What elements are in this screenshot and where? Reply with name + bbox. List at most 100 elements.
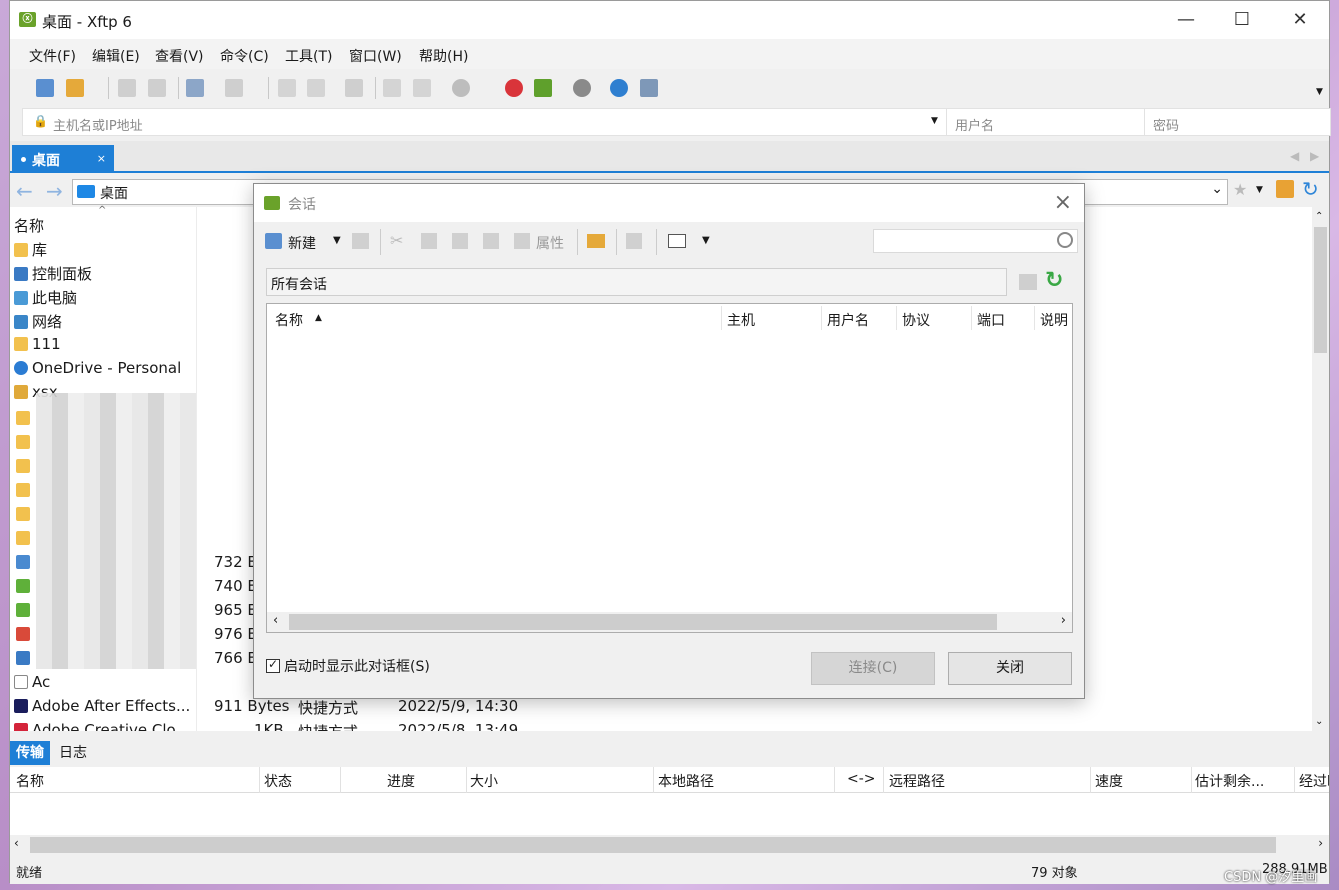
host-dropdown-icon[interactable]: ▼ bbox=[931, 116, 938, 126]
encoding-icon[interactable] bbox=[452, 79, 470, 97]
view-mode-icon[interactable] bbox=[668, 234, 686, 248]
forward-icon[interactable]: → bbox=[46, 179, 63, 203]
refresh-icon[interactable]: ↻ bbox=[1045, 268, 1063, 293]
gear-icon[interactable] bbox=[573, 79, 591, 97]
column-progress[interactable]: 进度 bbox=[387, 771, 415, 791]
list-item[interactable]: 库 bbox=[14, 239, 47, 260]
properties-icon bbox=[514, 233, 530, 249]
column-direction[interactable]: <-> bbox=[847, 771, 876, 787]
disconnect-icon[interactable] bbox=[148, 79, 166, 97]
column-remote-path[interactable]: 远程路径 bbox=[889, 771, 945, 791]
maximize-button[interactable]: ☐ bbox=[1213, 1, 1271, 39]
table-row[interactable]: Adobe Creative Clo... bbox=[14, 721, 190, 731]
menu-view[interactable]: 查看(V) bbox=[155, 46, 204, 66]
column-eta[interactable]: 估计剩余... bbox=[1195, 771, 1264, 791]
tab-desktop[interactable]: 桌面 × bbox=[12, 145, 114, 173]
connect-button[interactable]: 连接(C) bbox=[811, 652, 935, 685]
column-host[interactable]: 主机 bbox=[727, 310, 755, 330]
path-dropdown-icon[interactable]: ⌄ bbox=[1211, 181, 1223, 197]
list-item[interactable]: Ac bbox=[14, 673, 50, 691]
new-folder-icon[interactable] bbox=[587, 234, 605, 248]
download-icon[interactable] bbox=[307, 79, 325, 97]
column-protocol[interactable]: 协议 bbox=[902, 310, 930, 330]
column-status[interactable]: 状态 bbox=[264, 771, 292, 791]
toolbar-overflow-icon[interactable]: ▼ bbox=[1316, 87, 1323, 97]
table-row[interactable]: Adobe After Effects... bbox=[14, 697, 190, 715]
menu-window[interactable]: 窗口(W) bbox=[349, 46, 402, 66]
session-search-input[interactable] bbox=[873, 229, 1078, 253]
checkbox-box[interactable] bbox=[266, 657, 280, 673]
show-on-startup-checkbox[interactable]: 启动时显示此对话框(S) bbox=[266, 656, 430, 676]
tab-prev-icon[interactable]: ◀ bbox=[1290, 149, 1299, 163]
list-item[interactable]: OneDrive - Personal bbox=[14, 359, 181, 377]
refresh-icon[interactable]: ↻ bbox=[1302, 177, 1319, 201]
open-folder-icon[interactable] bbox=[66, 79, 84, 97]
menu-edit[interactable]: 编辑(E) bbox=[92, 46, 140, 66]
back-icon[interactable]: ← bbox=[16, 179, 33, 203]
delete-icon[interactable] bbox=[483, 233, 499, 249]
menu-help[interactable]: 帮助(H) bbox=[419, 46, 468, 66]
menu-file[interactable]: 文件(F) bbox=[29, 46, 76, 66]
column-name-header[interactable]: 名称 bbox=[14, 215, 44, 236]
xftp-new-icon[interactable] bbox=[534, 79, 552, 97]
paste-icon[interactable] bbox=[452, 233, 468, 249]
menu-tools[interactable]: 工具(T) bbox=[285, 46, 332, 66]
redacted-area bbox=[36, 393, 196, 669]
column-username[interactable]: 用户名 bbox=[827, 310, 869, 330]
home-icon[interactable] bbox=[1276, 180, 1294, 198]
transfer-scrollbar[interactable]: ‹ › bbox=[10, 835, 1329, 855]
export-icon[interactable] bbox=[626, 233, 642, 249]
open-session-icon[interactable] bbox=[352, 233, 369, 249]
column-speed[interactable]: 速度 bbox=[1095, 771, 1123, 791]
paste-icon[interactable] bbox=[413, 79, 431, 97]
tab-close-icon[interactable]: × bbox=[97, 152, 106, 165]
new-session-icon[interactable] bbox=[36, 79, 54, 97]
column-name[interactable]: 名称 bbox=[275, 310, 303, 330]
cut-icon[interactable]: ✂ bbox=[390, 231, 403, 250]
desktop-icon bbox=[77, 185, 95, 198]
bookmark-star-icon[interactable]: ★ bbox=[1233, 180, 1247, 199]
tab-next-icon[interactable]: ▶ bbox=[1310, 149, 1319, 163]
menu-command[interactable]: 命令(C) bbox=[220, 46, 269, 66]
host-input[interactable]: 主机名或IP地址 bbox=[53, 115, 143, 134]
properties-button[interactable]: 属性 bbox=[536, 233, 564, 253]
list-item[interactable]: 控制面板 bbox=[14, 263, 92, 284]
properties-icon[interactable] bbox=[186, 79, 204, 97]
column-name[interactable]: 名称 bbox=[16, 771, 44, 791]
list-item[interactable]: 111 bbox=[14, 335, 61, 353]
tab-log[interactable]: 日志 bbox=[53, 741, 93, 765]
connect-icon[interactable] bbox=[118, 79, 136, 97]
tab-transfer[interactable]: 传输 bbox=[10, 741, 50, 765]
list-item[interactable]: 此电脑 bbox=[14, 287, 77, 308]
new-button[interactable]: 新建 bbox=[288, 233, 316, 253]
xshell-icon[interactable] bbox=[505, 79, 523, 97]
username-input[interactable]: 用户名 bbox=[955, 115, 994, 134]
close-button[interactable]: ✕ bbox=[1271, 1, 1329, 39]
minimize-button[interactable]: — bbox=[1157, 1, 1215, 39]
folder-up-icon[interactable] bbox=[1019, 274, 1037, 290]
copy-icon[interactable] bbox=[421, 233, 437, 249]
column-port[interactable]: 端口 bbox=[977, 310, 1005, 330]
column-size[interactable]: 大小 bbox=[470, 771, 498, 791]
chat-icon[interactable] bbox=[640, 79, 658, 97]
shortcut-icon bbox=[16, 603, 30, 617]
column-elapsed[interactable]: 经过时 bbox=[1299, 771, 1329, 791]
help-icon[interactable] bbox=[610, 79, 628, 97]
session-list-scrollbar[interactable]: ‹ › bbox=[267, 612, 1072, 632]
view-dropdown-icon[interactable]: ▼ bbox=[702, 235, 710, 246]
new-dropdown-icon[interactable]: ▼ bbox=[333, 235, 341, 246]
dialog-close-icon[interactable]: × bbox=[1054, 190, 1072, 215]
column-description[interactable]: 说明 bbox=[1040, 310, 1068, 330]
list-item[interactable]: 网络 bbox=[14, 311, 62, 332]
file-list-scrollbar[interactable]: ⌃ ⌄ bbox=[1312, 207, 1329, 731]
column-local-path[interactable]: 本地路径 bbox=[658, 771, 714, 791]
sync-icon[interactable] bbox=[345, 79, 363, 97]
dialog-close-button[interactable]: 关闭 bbox=[948, 652, 1072, 685]
view-icon[interactable] bbox=[225, 79, 243, 97]
password-input[interactable]: 密码 bbox=[1153, 115, 1179, 134]
search-icon[interactable] bbox=[1057, 232, 1073, 248]
dialog-toolbar: 新建 ▼ ✂ 属性 ▼ bbox=[254, 224, 1084, 260]
copy-icon[interactable] bbox=[383, 79, 401, 97]
upload-icon[interactable] bbox=[278, 79, 296, 97]
bookmark-dropdown-icon[interactable]: ▼ bbox=[1256, 185, 1263, 195]
